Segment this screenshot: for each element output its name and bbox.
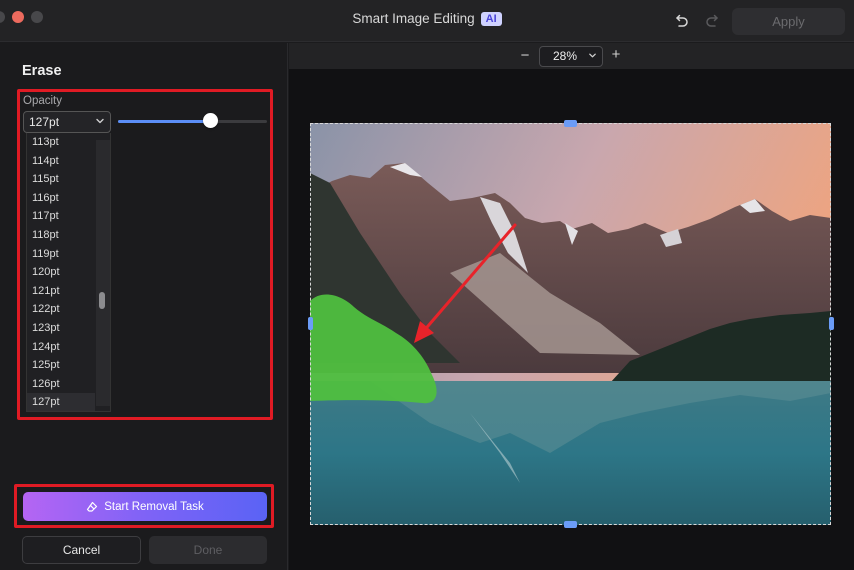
window-title: Smart Image Editing AI — [0, 11, 854, 26]
cancel-button[interactable]: Cancel — [22, 536, 141, 564]
title-bar: Smart Image Editing AI Apply — [0, 0, 854, 42]
resize-handle-bottom[interactable] — [564, 521, 577, 528]
photo-canvas — [310, 123, 831, 525]
done-button[interactable]: Done — [149, 536, 267, 564]
edited-photo[interactable] — [310, 123, 831, 525]
window-title-text: Smart Image Editing — [352, 11, 475, 26]
zoom-select[interactable]: 28% — [539, 46, 603, 67]
redo-icon[interactable] — [704, 12, 722, 30]
zoom-value: 28% — [553, 49, 578, 63]
apply-button[interactable]: Apply — [732, 8, 845, 35]
zoom-toolbar: − 28% + — [289, 43, 854, 69]
ai-badge: AI — [480, 12, 502, 26]
resize-handle-right[interactable] — [829, 317, 834, 330]
resize-handle-top[interactable] — [564, 120, 577, 127]
erase-panel: Erase Opacity 127pt 113pt 114pt 115pt 116pt… — [0, 43, 288, 570]
highlight-box-removal-button — [14, 484, 274, 528]
undo-icon[interactable] — [672, 12, 690, 30]
chevron-down-icon — [589, 53, 596, 58]
zoom-out-button[interactable]: − — [519, 47, 531, 64]
resize-handle-left[interactable] — [308, 317, 313, 330]
zoom-in-button[interactable]: + — [610, 46, 622, 63]
canvas-area: − 28% + — [289, 43, 854, 570]
panel-title: Erase — [22, 63, 62, 79]
highlight-box-brush-options — [17, 89, 273, 420]
